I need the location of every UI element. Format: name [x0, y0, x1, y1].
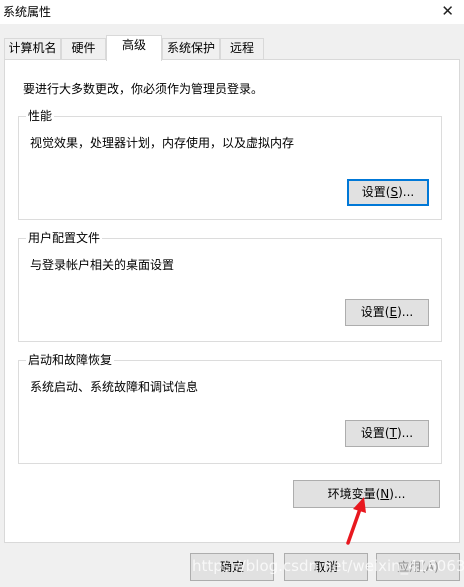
- environment-variables-suffix: )...: [389, 487, 406, 501]
- performance-settings-suffix: )...: [398, 185, 415, 199]
- startup-recovery-settings-prefix: 设置(: [360, 426, 390, 440]
- startup-recovery-group: 启动和故障恢复 系统启动、系统故障和调试信息 设置(T)...: [18, 352, 442, 464]
- startup-recovery-group-title: 启动和故障恢复: [26, 352, 115, 368]
- startup-recovery-settings-key: T: [389, 426, 397, 440]
- startup-recovery-description: 系统启动、系统故障和调试信息: [30, 380, 199, 394]
- startup-recovery-settings-button[interactable]: 设置(T)...: [345, 420, 429, 447]
- admin-notice: 要进行大多数更改，你必须作为管理员登录。: [23, 82, 264, 96]
- user-profiles-group: 用户配置文件 与登录帐户相关的桌面设置 设置(E)...: [18, 230, 442, 342]
- annotation-arrow-icon: [346, 497, 366, 545]
- advanced-tab-panel: 要进行大多数更改，你必须作为管理员登录。 性能 视觉效果，处理器计划，内存使用，…: [4, 59, 460, 543]
- environment-variables-key: N: [380, 487, 390, 501]
- user-profiles-settings-prefix: 设置(: [360, 305, 390, 319]
- startup-recovery-settings-suffix: )...: [396, 426, 414, 440]
- performance-group-title: 性能: [26, 108, 55, 124]
- performance-description: 视觉效果，处理器计划，内存使用，以及虚拟内存: [30, 136, 295, 150]
- performance-settings-button[interactable]: 设置(S)...: [347, 179, 429, 206]
- user-profiles-group-title: 用户配置文件: [26, 230, 103, 246]
- title-bar: 系统属性 ✕: [0, 0, 464, 24]
- window-title: 系统属性: [3, 5, 52, 19]
- tab-advanced[interactable]: 高级: [106, 35, 162, 61]
- user-profiles-settings-suffix: )...: [397, 305, 414, 319]
- user-profiles-description: 与登录帐户相关的桌面设置: [30, 258, 175, 272]
- performance-group: 性能 视觉效果，处理器计划，内存使用，以及虚拟内存 设置(S)...: [18, 108, 442, 220]
- user-profiles-settings-key: E: [389, 305, 398, 319]
- tab-hardware[interactable]: 硬件: [61, 38, 106, 59]
- close-icon[interactable]: ✕: [441, 2, 454, 20]
- tab-remote[interactable]: 远程: [220, 38, 264, 59]
- watermark-text: https://blog.csdn.net/weixin_41606381: [192, 557, 464, 575]
- tab-computer-name[interactable]: 计算机名: [4, 38, 61, 59]
- tab-system-protection[interactable]: 系统保护: [162, 38, 220, 59]
- user-profiles-settings-button[interactable]: 设置(E)...: [345, 299, 429, 326]
- performance-settings-prefix: 设置(: [361, 185, 391, 199]
- performance-settings-key: S: [390, 185, 399, 199]
